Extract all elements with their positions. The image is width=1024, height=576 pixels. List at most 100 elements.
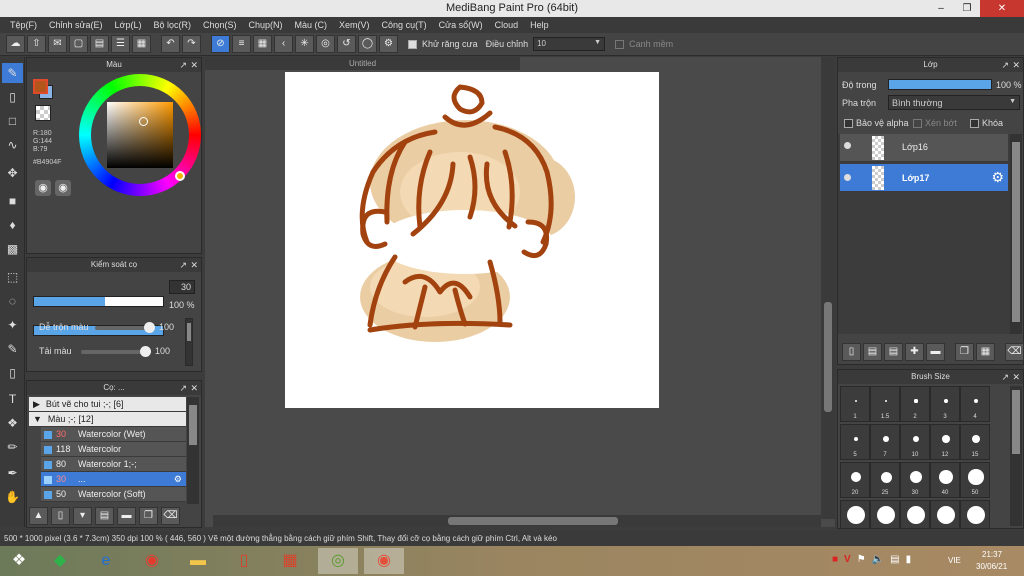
menu-view[interactable]: Xem(V) xyxy=(333,17,376,33)
brush-size-cell[interactable]: 1.5 xyxy=(870,386,900,422)
layer-row-selected[interactable]: Lớp17 ⚙ xyxy=(840,164,1008,192)
brush-item[interactable]: 50 Watercolor (Soft) xyxy=(41,487,186,502)
internet-explorer-icon[interactable]: e xyxy=(86,548,126,574)
sv-picker-marker[interactable] xyxy=(139,117,148,126)
close-icon[interactable]: ✕ xyxy=(190,381,198,395)
brush-size-cell[interactable]: 30 xyxy=(900,462,930,498)
divide-tool-icon[interactable]: ❖ xyxy=(2,413,23,433)
gradient-tool-icon[interactable]: ▩ xyxy=(2,239,23,259)
gear-icon[interactable]: ⚙ xyxy=(174,472,182,487)
undo-icon[interactable]: ↶ xyxy=(161,35,180,53)
select-eraser-tool-icon[interactable]: ▯ xyxy=(2,363,23,383)
brush-size-cell[interactable]: 150 xyxy=(900,500,930,528)
brush-item[interactable]: 80 Watercolor 1;-; xyxy=(41,457,186,472)
menu-file[interactable]: Tệp(F) xyxy=(4,17,43,33)
brush-size-cell[interactable]: 100 xyxy=(870,500,900,528)
visibility-eye-icon[interactable] xyxy=(844,142,851,149)
menu-color[interactable]: Màu (C) xyxy=(289,17,334,33)
palette-add-icon[interactable]: ◉ xyxy=(55,180,71,196)
menu-help[interactable]: Help xyxy=(524,17,555,33)
popout-icon[interactable]: ↗ xyxy=(179,58,187,72)
horizontal-scrollbar[interactable] xyxy=(213,515,821,527)
lock-checkbox[interactable] xyxy=(970,119,979,128)
snap-off-icon[interactable]: ⊘ xyxy=(211,35,230,53)
app-grid-icon[interactable]: ▦ xyxy=(270,548,310,574)
fill-rect-tool-icon[interactable]: ■ xyxy=(2,191,23,211)
tray-vietkey-icon[interactable]: V xyxy=(844,554,851,565)
panel-scrollbar[interactable] xyxy=(185,318,193,366)
popout-icon[interactable]: ↗ xyxy=(179,381,187,395)
powerpoint-icon[interactable]: ▯ xyxy=(224,548,264,574)
restore-button[interactable]: ❐ xyxy=(954,0,980,17)
close-icon[interactable]: ✕ xyxy=(190,58,198,72)
curve-tool-icon[interactable]: ∿ xyxy=(2,135,23,155)
folder-icon[interactable]: ▬ xyxy=(117,507,136,525)
minimize-button[interactable]: – xyxy=(928,0,954,17)
menu-cloud[interactable]: Cloud xyxy=(489,17,525,33)
brush-size-cell[interactable]: 25 xyxy=(870,462,900,498)
brush-menu-icon[interactable]: ▾ xyxy=(73,507,92,525)
popout-icon[interactable]: ↗ xyxy=(1001,58,1009,72)
brush-size-cell[interactable]: 300 xyxy=(960,500,990,528)
protect-alpha-checkbox[interactable] xyxy=(844,119,853,128)
carry-slider[interactable] xyxy=(81,346,151,357)
move-tool-icon[interactable]: ✥ xyxy=(2,163,23,183)
layer-scrollbar[interactable] xyxy=(1010,134,1022,334)
lasso-tool-icon[interactable]: ◌ xyxy=(2,291,23,311)
clock-time[interactable]: 21:37 xyxy=(982,550,1002,559)
chrome-icon[interactable]: ◉ xyxy=(132,548,172,574)
brush-item[interactable]: 118 Watercolor xyxy=(41,442,186,457)
menu-select[interactable]: Chọn(S) xyxy=(197,17,243,33)
brush-group[interactable]: ▼ Màu ;-; [12] xyxy=(29,412,186,427)
document-tab[interactable]: Untitled xyxy=(205,57,520,70)
brush-size-cell[interactable]: 50 xyxy=(960,462,990,498)
cloud-icon[interactable]: ☁ xyxy=(6,35,25,53)
brush-size-value[interactable]: 30 xyxy=(169,280,195,294)
menu-edit[interactable]: Chỉnh sửa(E) xyxy=(43,17,109,33)
brush-size-slider[interactable] xyxy=(33,296,164,307)
snap-settings-icon[interactable]: ⚙ xyxy=(379,35,398,53)
grid-icon[interactable]: ▦ xyxy=(132,35,151,53)
tray-app-icon[interactable]: ■ xyxy=(832,554,838,565)
brush-group[interactable]: ▶ Bút vẽ cho tui ;-; [6] xyxy=(29,397,186,412)
new-8bit-layer-icon[interactable]: ▤ xyxy=(884,343,903,361)
new-layer-icon[interactable]: ▯ xyxy=(842,343,861,361)
vertical-scrollbar[interactable] xyxy=(821,57,835,519)
bucket-tool-icon[interactable]: ♦ xyxy=(2,215,23,235)
brush-size-cell[interactable]: 20 xyxy=(840,462,870,498)
menu-filter[interactable]: Bộ lọc(R) xyxy=(147,17,197,33)
brush-size-cell[interactable]: 1 xyxy=(840,386,870,422)
snap-parallel-icon[interactable]: ≡ xyxy=(232,35,251,53)
clipping-checkbox[interactable] xyxy=(913,119,922,128)
merge-layer-icon[interactable]: ▦ xyxy=(976,343,995,361)
adjust-select[interactable]: 10 ▼ xyxy=(533,37,606,51)
brush-size-cell[interactable]: 10 xyxy=(900,424,930,460)
medibang-icon[interactable]: ◉ xyxy=(364,548,404,574)
close-icon[interactable]: ✕ xyxy=(1012,58,1020,72)
hue-picker-marker[interactable] xyxy=(175,171,185,181)
duplicate-icon[interactable]: ❐ xyxy=(139,507,158,525)
battery-icon[interactable]: ▮ xyxy=(906,554,912,565)
copy-icon[interactable]: ▤ xyxy=(95,507,114,525)
eyedropper-tool-icon[interactable]: ✏ xyxy=(2,437,23,457)
hand-tool-icon[interactable]: ✋ xyxy=(2,487,23,507)
input-language[interactable]: VIE xyxy=(948,556,961,565)
file-explorer-icon[interactable]: ▬ xyxy=(178,548,218,574)
bluestacks-icon[interactable]: ◆ xyxy=(40,548,80,574)
close-icon[interactable]: ✕ xyxy=(1012,370,1020,384)
layer-blend-select[interactable]: Bình thường ▼ xyxy=(888,95,1020,110)
tray-flag-icon[interactable]: ⚑ xyxy=(857,554,866,565)
brush-size-cell[interactable]: 70 xyxy=(840,500,870,528)
brush-size-cell[interactable]: 3 xyxy=(930,386,960,422)
windows-start-icon[interactable]: ❖ xyxy=(0,548,38,574)
color-wheel[interactable] xyxy=(79,74,201,196)
volume-icon[interactable]: 🔈 xyxy=(872,554,884,565)
transparent-color-swatch[interactable] xyxy=(35,105,51,121)
brush-item[interactable]: 30 Watercolor (Wet) xyxy=(41,427,186,442)
layer-opacity-slider[interactable] xyxy=(888,79,992,90)
brush-item-selected[interactable]: 30... ⚙ xyxy=(41,472,186,487)
new-halftone-layer-icon[interactable]: ▤ xyxy=(863,343,882,361)
chat-icon[interactable]: ✉ xyxy=(48,35,67,53)
layer-row[interactable]: Lớp16 xyxy=(840,134,1008,162)
snap-checkbox[interactable] xyxy=(615,39,625,49)
